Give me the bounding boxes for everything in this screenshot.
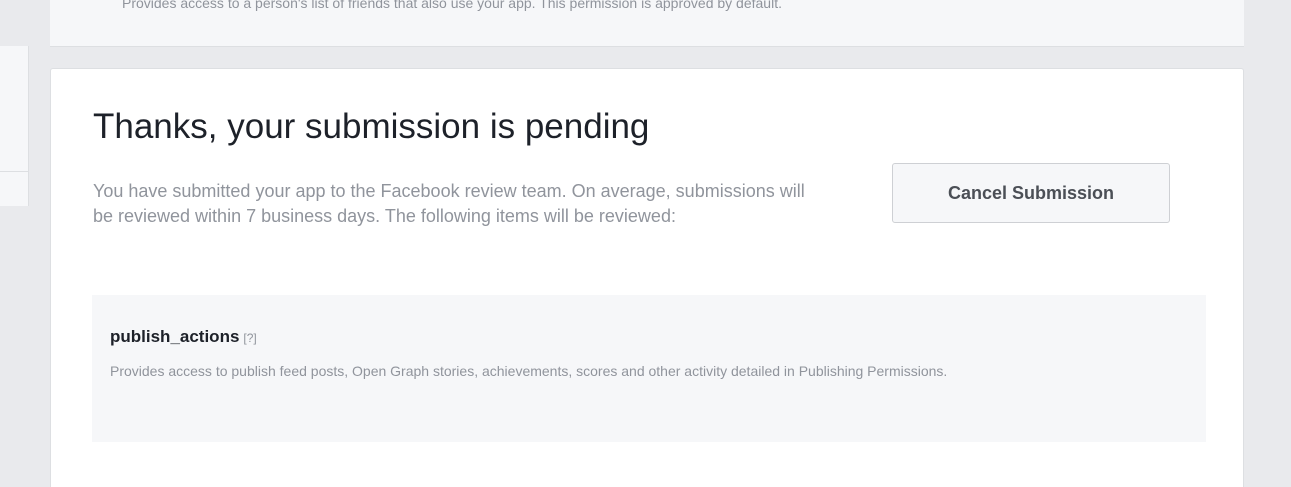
submission-pending-card: Thanks, your submission is pending You h… [50,68,1244,487]
permission-help-link[interactable]: [?] [243,331,256,345]
submission-heading: Thanks, your submission is pending [93,107,650,146]
left-sidebar-divider [0,171,28,172]
permission-name: publish_actions [110,327,240,346]
left-sidebar-strip [0,0,30,487]
permission-description: Provides access to publish feed posts, O… [110,363,948,379]
cancel-submission-button[interactable]: Cancel Submission [892,163,1170,223]
previous-permission-card: Provides access to a person's list of fr… [50,0,1244,47]
left-sidebar-panel [0,46,29,206]
permission-item: publish_actions [?] Provides access to pu… [92,295,1206,442]
permission-title-row: publish_actions [?] [110,327,257,347]
submission-description: You have submitted your app to the Faceb… [93,181,805,226]
previous-permission-description: Provides access to a person's list of fr… [122,0,782,11]
